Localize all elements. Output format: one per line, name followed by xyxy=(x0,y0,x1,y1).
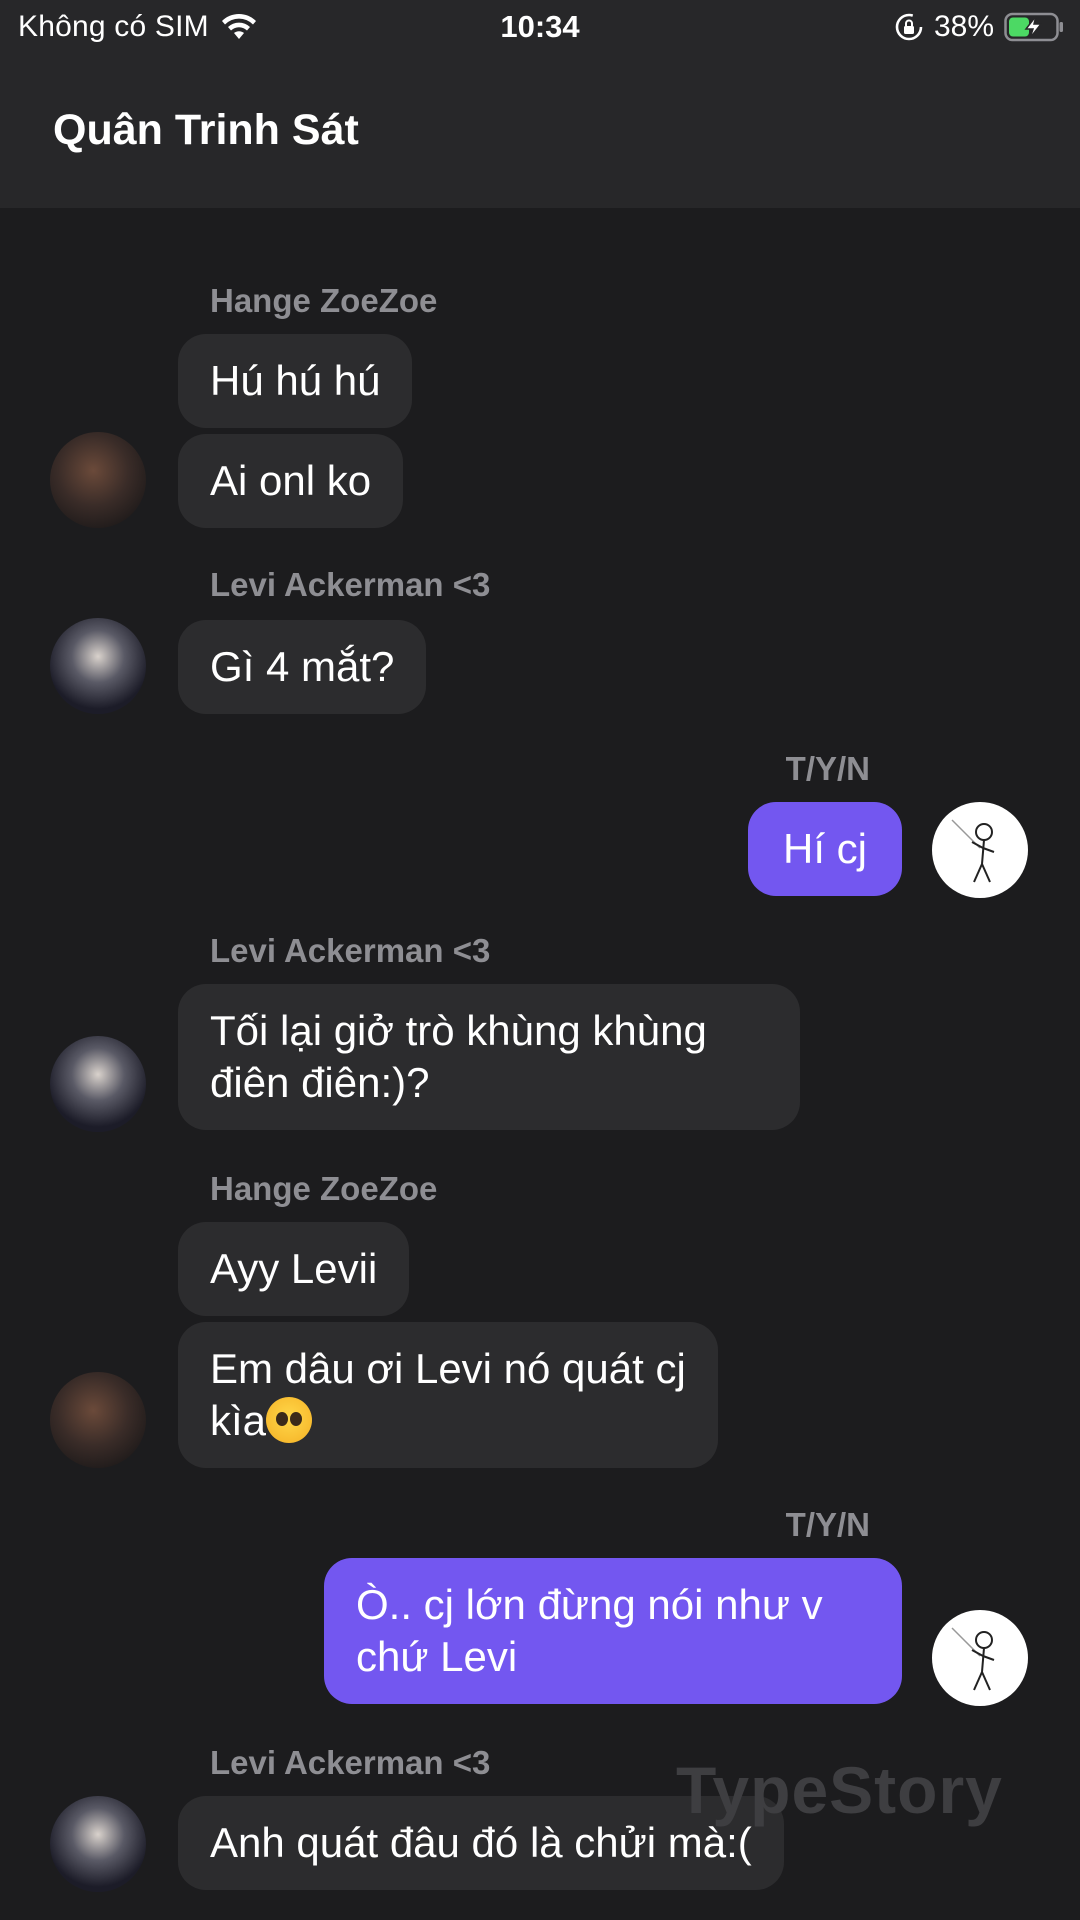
message-bubble-mine[interactable]: Hí cj xyxy=(748,802,902,896)
chat-title: Quân Trinh Sát xyxy=(53,106,359,154)
message-text: Gì 4 mắt? xyxy=(210,643,395,690)
message-text: Ò.. cj lớn đừng nói như v chứ Levi xyxy=(356,1581,823,1680)
message-text: Hí cj xyxy=(783,825,867,872)
sender-name: T/Y/N xyxy=(785,750,870,787)
sender-name: T/Y/N xyxy=(785,1506,870,1543)
message-text-wrap: Em dâu ơi Levi nó quát cj kìa xyxy=(210,1343,686,1447)
message-bubble[interactable]: Ai onl ko xyxy=(178,434,404,528)
avatar-hange[interactable] xyxy=(50,1372,146,1468)
message-bubble[interactable]: Em dâu ơi Levi nó quát cj kìa xyxy=(178,1322,718,1468)
message-bubble[interactable]: Hú hú hú xyxy=(178,334,413,428)
message-bubble[interactable]: Tối lại giở trò khùng khùng điên điên:)? xyxy=(178,984,800,1130)
sender-name: Levi Ackerman <3 xyxy=(210,1744,491,1781)
battery-charging-icon xyxy=(1004,12,1063,42)
message-text: Tối lại giở trò khùng khùng điên điên:)? xyxy=(210,1007,707,1106)
message-bubble-mine[interactable]: Ò.. cj lớn đừng nói như v chứ Levi xyxy=(324,1558,902,1704)
stick-figure-icon xyxy=(951,1627,995,1691)
avatar-me[interactable] xyxy=(932,1610,1028,1706)
message-list[interactable]: Hange ZoeZoe Hú hú hú Ai onl ko Levi Ack… xyxy=(0,208,1080,1920)
avatar-hange[interactable] xyxy=(50,432,146,528)
pleading-face-emoji-icon xyxy=(266,1397,313,1443)
avatar-levi[interactable] xyxy=(50,1036,146,1132)
status-bar: Không có SIM 10:34 38% xyxy=(0,0,1080,58)
rotation-lock-icon xyxy=(895,13,923,41)
sender-name: Hange ZoeZoe xyxy=(210,282,438,319)
message-text: Anh quát đâu đó là chửi mà:( xyxy=(210,1819,752,1866)
avatar-levi[interactable] xyxy=(50,618,146,714)
watermark: TypeStory xyxy=(676,1753,1003,1827)
sender-name: Hange ZoeZoe xyxy=(210,1170,438,1207)
chat-screen: Không có SIM 10:34 38% Quân Trinh Sát Ha… xyxy=(0,0,1080,1920)
avatar-me[interactable] xyxy=(932,802,1028,898)
message-bubble[interactable]: Ayy Levii xyxy=(178,1222,410,1316)
stick-figure-icon xyxy=(951,819,995,883)
sender-name: Levi Ackerman <3 xyxy=(210,932,491,969)
message-text: Ayy Levii xyxy=(210,1245,378,1292)
sender-name: Levi Ackerman <3 xyxy=(210,566,491,603)
battery-percent: 38% xyxy=(933,10,994,43)
chat-header: Quân Trinh Sát xyxy=(0,58,1080,208)
message-bubble[interactable]: Gì 4 mắt? xyxy=(178,620,427,714)
avatar-levi[interactable] xyxy=(50,1796,146,1892)
message-text: Hú hú hú xyxy=(210,357,381,404)
message-text: Ai onl ko xyxy=(210,457,372,504)
status-right: 38% xyxy=(894,10,1064,44)
